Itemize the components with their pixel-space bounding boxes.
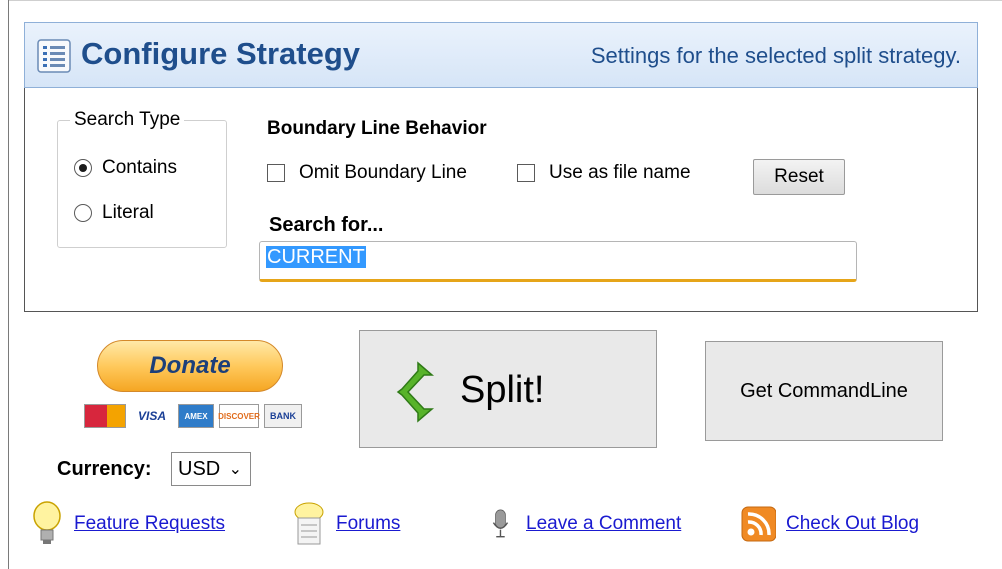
microphone-icon [492, 509, 509, 538]
feature-requests-item[interactable]: Feature Requests [30, 500, 225, 548]
amex-icon: AMEX [178, 404, 214, 428]
strategy-settings-panel: Search Type Contains Literal Boundary Li… [24, 88, 978, 312]
forums-link[interactable]: Forums [336, 513, 400, 535]
configure-strategy-header: Configure Strategy Settings for the sele… [24, 22, 978, 88]
discover-icon: DISCOVER [218, 404, 260, 428]
omit-boundary-checkbox[interactable]: Omit Boundary Line [267, 162, 467, 184]
forum-icon [294, 502, 324, 545]
reset-button[interactable]: Reset [753, 159, 845, 195]
split-button[interactable]: Split! [359, 330, 657, 448]
check-out-blog-link[interactable]: Check Out Blog [786, 513, 919, 535]
page-subtitle: Settings for the selected split strategy… [590, 43, 961, 68]
split-arrows-icon [396, 361, 435, 423]
radio-button-checked[interactable] [74, 159, 92, 177]
search-type-group: Search Type Contains Literal [57, 109, 227, 248]
list-icon [37, 39, 71, 73]
currency-value: USD [178, 457, 221, 480]
leave-comment-link[interactable]: Leave a Comment [526, 513, 681, 535]
radio-literal[interactable]: Literal [74, 202, 154, 224]
chevron-down-icon: ⌄ [228, 461, 242, 478]
page-title: Configure Strategy [81, 36, 361, 71]
radio-literal-label: Literal [102, 202, 154, 223]
check-out-blog-item[interactable]: Check Out Blog [740, 500, 919, 548]
split-label: Split! [460, 369, 545, 411]
mastercard-icon [84, 404, 126, 428]
donate-button[interactable]: Donate [97, 340, 283, 392]
forums-item[interactable]: Forums [292, 500, 400, 548]
lightbulb-icon [33, 501, 61, 544]
feature-requests-link[interactable]: Feature Requests [74, 513, 225, 535]
radio-button-unchecked[interactable] [74, 204, 92, 222]
leave-comment-item[interactable]: Leave a Comment [492, 500, 681, 548]
bank-icon: BANK [264, 404, 302, 428]
visa-icon: VISA [131, 404, 173, 428]
omit-boundary-label: Omit Boundary Line [299, 162, 467, 183]
use-as-filename-checkbox[interactable]: Use as file name [517, 162, 691, 184]
search-type-legend: Search Type [70, 109, 185, 131]
boundary-behavior-heading: Boundary Line Behavior [267, 118, 487, 139]
rss-icon [741, 506, 776, 542]
payment-cards: VISA AMEX DISCOVER BANK [84, 404, 302, 428]
radio-contains-label: Contains [102, 157, 177, 178]
currency-label: Currency: [57, 458, 152, 480]
checkbox-box[interactable] [267, 164, 285, 182]
search-input-value: CURRENT [266, 246, 366, 268]
radio-contains[interactable]: Contains [74, 157, 177, 179]
checkbox-box[interactable] [517, 164, 535, 182]
currency-select[interactable]: USD ⌄ [171, 452, 251, 486]
search-for-label: Search for... [269, 214, 384, 236]
get-commandline-button[interactable]: Get CommandLine [705, 341, 943, 441]
use-as-filename-label: Use as file name [549, 162, 691, 183]
search-input[interactable]: CURRENT [259, 241, 857, 282]
